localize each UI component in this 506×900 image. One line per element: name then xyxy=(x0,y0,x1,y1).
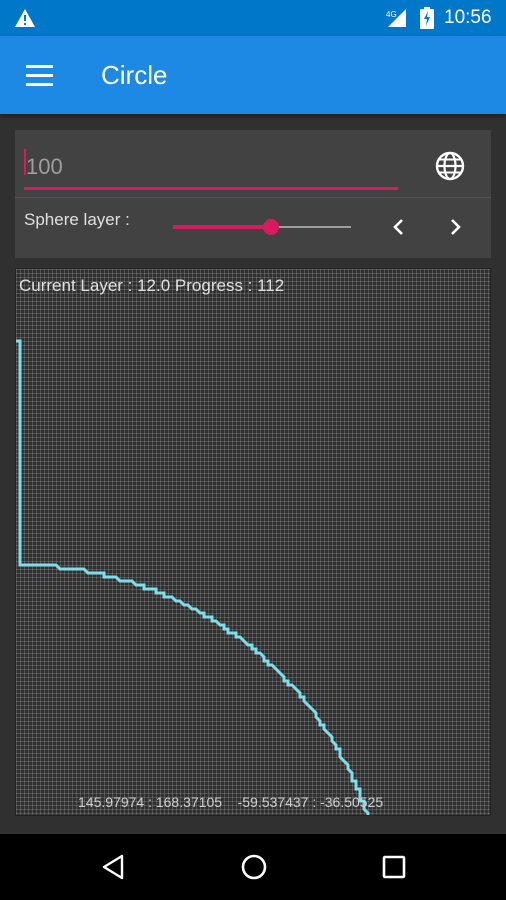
sphere-layer-slider[interactable] xyxy=(173,217,351,237)
divider xyxy=(15,197,491,198)
page-title: Circle xyxy=(101,60,168,90)
globe-icon[interactable] xyxy=(434,150,466,182)
radius-input[interactable] xyxy=(24,147,398,190)
clock: 10:56 xyxy=(444,7,492,28)
svg-text:4G: 4G xyxy=(386,10,397,19)
coordinates-readout: 145.97974 : 168.37105 -59.537437 : -36.5… xyxy=(78,794,384,810)
hamburger-menu-icon[interactable] xyxy=(26,65,54,87)
slider-thumb[interactable] xyxy=(262,219,279,235)
back-triangle-icon[interactable] xyxy=(98,852,128,882)
sphere-layer-label: Sphere layer : xyxy=(24,210,130,229)
text-cursor xyxy=(24,149,26,175)
recents-square-icon[interactable] xyxy=(382,855,406,879)
warning-icon xyxy=(15,9,35,27)
circle-arc xyxy=(16,339,370,815)
chevron-right-icon[interactable] xyxy=(443,214,467,240)
layer-info: Current Layer : 12.0 Progress : 112 xyxy=(19,276,285,295)
navigation-bar xyxy=(0,834,506,900)
status-bar: 4G 10:56 xyxy=(0,0,506,36)
chevron-left-icon[interactable] xyxy=(387,214,411,240)
controls-card: Sphere layer : xyxy=(15,130,491,258)
slider-fill xyxy=(173,225,271,229)
drawing-canvas[interactable]: Current Layer : 12.0 Progress : 112 145.… xyxy=(15,268,491,816)
battery-charging-icon xyxy=(420,7,434,29)
signal-icon: 4G xyxy=(386,9,406,27)
home-circle-icon[interactable] xyxy=(240,853,268,881)
app-bar: Circle xyxy=(0,36,506,114)
